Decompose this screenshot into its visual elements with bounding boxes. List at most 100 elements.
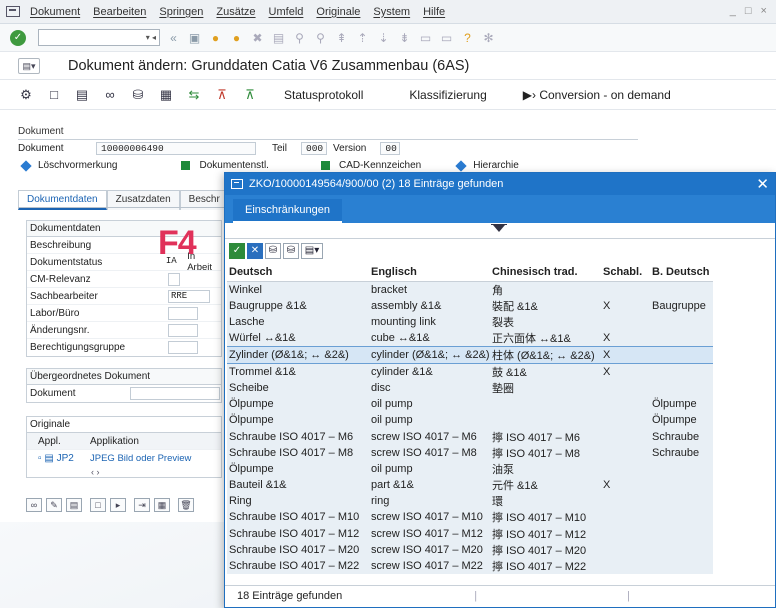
table-row[interactable]: Bauteil &1& part &1& 元件 &1& X — [227, 477, 713, 494]
originale-row[interactable]: ▫ ▤ JP2 JPEG Bild oder Preview — [27, 450, 221, 467]
filter-icon[interactable] — [493, 225, 505, 232]
berechtigungsgruppe-field[interactable] — [168, 341, 198, 354]
table-row[interactable]: Schraube ISO 4017 – M12 screw ISO 4017 – … — [227, 525, 713, 542]
table-cell — [601, 313, 650, 330]
table-row[interactable]: Lasche mounting link 裂表 — [227, 313, 713, 330]
find-next-binoculars-icon[interactable]: ⛁ — [283, 243, 299, 259]
print-icon[interactable]: ▤ — [271, 31, 286, 45]
enter-check-icon[interactable]: ✓ — [10, 29, 26, 46]
settings-icon[interactable]: ✻ — [481, 31, 496, 45]
aenderungsnr-field[interactable] — [168, 323, 198, 337]
first-page-icon[interactable]: ⇞ — [334, 31, 349, 45]
next-page-icon[interactable]: ⇣ — [376, 31, 391, 45]
menu-umfeld[interactable]: Umfeld — [269, 6, 304, 18]
close-icon[interactable]: ✕ — [756, 175, 769, 193]
table-row[interactable]: Schraube ISO 4017 – M20 screw ISO 4017 – … — [227, 541, 713, 558]
table-row[interactable]: Ölpumpe oil pump Ölpumpe — [227, 412, 713, 429]
command-field[interactable]: ▾ ◂ — [38, 29, 160, 46]
conversion-button[interactable]: ▶› Conversion - on demand — [523, 88, 671, 102]
new-original-icon[interactable]: □ — [90, 498, 106, 512]
print-original-icon[interactable]: ▤ — [66, 498, 82, 512]
col-englisch[interactable]: Englisch — [369, 263, 490, 282]
back-nav-icon[interactable]: ● — [208, 31, 223, 45]
menu-zusaetze[interactable]: Zusätze — [216, 6, 255, 18]
legend-cad-label: CAD-Kennzeichen — [338, 160, 422, 171]
open-original-icon[interactable]: ▸ — [110, 498, 126, 512]
table-cell: 鼓 &1& — [490, 363, 601, 380]
col-b-deutsch[interactable]: B. Deutsch — [650, 263, 713, 282]
klassifizierung-button[interactable]: Klassifizierung — [409, 88, 486, 102]
table-row[interactable]: Winkel bracket 角 — [227, 281, 713, 298]
display-change-icon[interactable]: ⚙ — [18, 87, 34, 103]
binoculars-icon[interactable]: ⛁ — [130, 87, 146, 103]
title-menu-button[interactable]: ▤▾ — [18, 57, 40, 74]
originale-scroll[interactable]: ‹ › — [27, 467, 221, 477]
table-row[interactable]: Ölpumpe oil pump 油泵 — [227, 460, 713, 477]
table-row[interactable]: Trommel &1& cylinder &1& 鼓 &1& X — [227, 363, 713, 380]
labor-field[interactable] — [168, 306, 198, 320]
statusprotokoll-button[interactable]: Statusprotokoll — [284, 88, 363, 102]
display-glasses-icon[interactable]: ∞ — [102, 87, 118, 102]
checkout-icon[interactable]: ▦ — [154, 498, 170, 512]
table-row[interactable]: Schraube ISO 4017 – M10 screw ISO 4017 – … — [227, 509, 713, 526]
table-row[interactable]: Würfel ↔&1& cube ↔&1& 正六面体 ↔&1& X — [227, 329, 713, 347]
cancel-x-icon[interactable]: ✕ — [247, 243, 263, 259]
table-row[interactable]: Schraube ISO 4017 – M6 screw ISO 4017 – M… — [227, 428, 713, 445]
last-page-icon[interactable]: ⇟ — [397, 31, 412, 45]
teil-field[interactable]: 000 — [301, 142, 328, 155]
confirm-check-icon[interactable]: ✓ — [229, 243, 245, 259]
col-schabl[interactable]: Schabl. — [601, 263, 650, 282]
new-session-icon[interactable]: ▭ — [418, 31, 433, 45]
table-cell — [601, 396, 650, 413]
sachbearbeiter-field[interactable]: RRE — [168, 289, 210, 303]
table-row[interactable]: Zylinder (Ø&1&; ↔ &2&) cylinder (Ø&1&; ↔ … — [227, 345, 713, 364]
find-icon[interactable]: ⚲ — [292, 31, 307, 45]
menu-hilfe[interactable]: Hilfe — [423, 6, 445, 18]
find-binoculars-icon[interactable]: ⛁ — [265, 243, 281, 259]
cm-relevanz-checkbox[interactable] — [168, 272, 180, 286]
table-cell: disc — [369, 379, 490, 397]
menu-system[interactable]: System — [373, 6, 410, 18]
exit-icon[interactable]: ● — [229, 31, 244, 45]
new-document-icon[interactable]: □ — [46, 87, 62, 102]
table-row[interactable]: Ring ring 環 — [227, 493, 713, 510]
help-icon[interactable]: ? — [460, 31, 475, 45]
window-controls[interactable]: _ □ × — [730, 5, 770, 17]
menu-originale[interactable]: Originale — [316, 6, 360, 18]
back-icon[interactable]: « — [166, 31, 181, 45]
version-field[interactable]: 00 — [380, 142, 401, 155]
dokument-field[interactable]: 10000006490 — [96, 142, 256, 155]
workflow-icon[interactable]: ⇆ — [186, 87, 202, 103]
table-row[interactable]: Schraube ISO 4017 – M22 screw ISO 4017 – … — [227, 557, 713, 575]
table-row[interactable]: Scheibe disc 墊圈 — [227, 379, 713, 397]
save-icon[interactable]: ▣ — [187, 31, 202, 45]
col-chinesisch[interactable]: Chinesisch trad. — [490, 263, 601, 282]
shortcut-icon[interactable]: ▭ — [439, 31, 454, 45]
hierarchy-green-icon[interactable]: ⊼ — [242, 87, 258, 103]
col-appl: Appl. — [38, 435, 61, 447]
find-next-icon[interactable]: ⚲ — [313, 31, 328, 45]
menu-bearbeiten[interactable]: Bearbeiten — [93, 6, 146, 18]
print-dropdown-icon[interactable]: ▤▾ — [301, 243, 323, 259]
prev-page-icon[interactable]: ⇡ — [355, 31, 370, 45]
table-row[interactable]: Ölpumpe oil pump Ölpumpe — [227, 396, 713, 413]
display-original-icon[interactable]: ∞ — [26, 498, 42, 512]
table-cell: Schraube ISO 4017 – M12 — [227, 525, 369, 542]
menu-dokument[interactable]: Dokument — [30, 6, 80, 18]
menu-springen[interactable]: Springen — [159, 6, 203, 18]
structure-icon[interactable]: ▦ — [158, 87, 174, 103]
application-toolbar: ⚙ □ ▤ ∞ ⛁ ▦ ⇆ ⊼ ⊼ Statusprotokoll Klassi… — [0, 80, 776, 110]
edit-original-icon[interactable]: ✎ — [46, 498, 62, 512]
table-row[interactable]: Baugruppe &1& assembly &1& 裝配 &1& X Baugrupp… — [227, 297, 713, 314]
app-menu-icon[interactable] — [6, 6, 20, 17]
copy-document-icon[interactable]: ▤ — [74, 87, 90, 103]
table-cell — [601, 525, 650, 542]
tab-einschraenkungen[interactable]: Einschränkungen — [233, 199, 343, 223]
table-row[interactable]: Schraube ISO 4017 – M8 screw ISO 4017 – M… — [227, 444, 713, 461]
delete-original-icon[interactable]: 🗑 — [178, 498, 194, 512]
col-deutsch[interactable]: Deutsch — [227, 263, 369, 282]
checkin-icon[interactable]: ⇥ — [134, 498, 150, 512]
cancel-icon[interactable]: ✖ — [250, 31, 265, 45]
uebergeordnet-dokument-field[interactable] — [130, 387, 220, 400]
hierarchy-red-icon[interactable]: ⊼ — [214, 87, 230, 103]
